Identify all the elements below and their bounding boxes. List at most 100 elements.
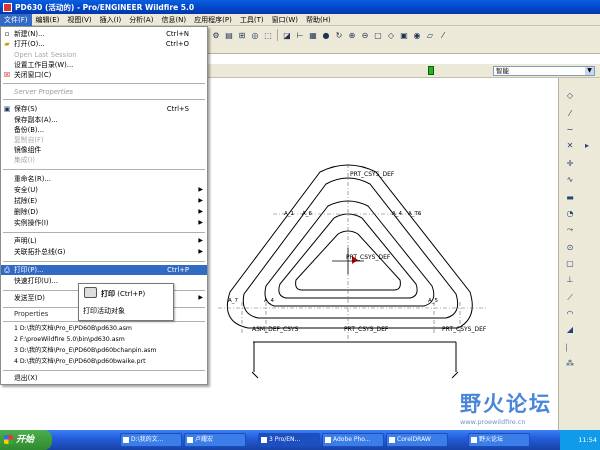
menu-item-close-window[interactable]: ☒ 关闭窗口(C) (1, 70, 207, 80)
menu-item-delete[interactable]: 删除(D) ▶ (1, 207, 207, 217)
task-explorer[interactable]: D:\我的文... (120, 433, 182, 447)
select-box-icon[interactable]: ⬚ (262, 29, 274, 41)
task-coreldraw[interactable]: CorelDRAW (386, 433, 448, 447)
datum-planes-icon[interactable]: ▱ (424, 29, 436, 41)
binoculars-icon[interactable]: ◎ (249, 29, 261, 41)
datum-plane-icon[interactable]: ◇ (564, 90, 576, 101)
axis-label-a7: A_7 (228, 298, 239, 304)
zoom-out-icon[interactable]: ⊖ (359, 29, 371, 41)
rib-icon[interactable]: ⊥ (564, 274, 576, 285)
menu-item-print[interactable]: ⎙ 打印(P)... Ctrl+P (1, 265, 207, 275)
menu-separator (3, 370, 205, 371)
extrude-icon[interactable]: ▬ (564, 192, 576, 203)
menu-help[interactable]: 帮助(H) (302, 14, 335, 26)
shading-icon[interactable]: ● (320, 29, 332, 41)
folder-icon (123, 437, 129, 443)
task-proe[interactable]: 3 Pro/EN... (258, 433, 320, 447)
menu-view[interactable]: 视图(V) (63, 14, 95, 26)
display-style-icon[interactable]: ◉ (411, 29, 423, 41)
menu-edit[interactable]: 编辑(E) (32, 14, 64, 26)
mirror-icon[interactable]: ⎸ (564, 342, 576, 353)
sketch-icon[interactable]: ◪ (281, 29, 293, 41)
task-chat[interactable]: 卢耀宏 (184, 433, 246, 447)
taskbar: 开始 D:\我的文... 卢耀宏 3 Pro/EN... Adobe Pho..… (0, 430, 600, 450)
menu-item-erase[interactable]: 拭除(E) ▶ (1, 196, 207, 206)
menu-item-set-working-dir[interactable]: 设置工作目录(W)... (1, 60, 207, 70)
recent-file-4[interactable]: 4 D:\我的文档\Pro_E\PD60B\pd60bwaike.prt (1, 357, 207, 367)
menu-separator (3, 321, 205, 322)
csys-icon[interactable]: ⊢ (294, 29, 306, 41)
menu-item-security[interactable]: 安全(U) ▶ (1, 185, 207, 195)
revolve-icon[interactable]: ◔ (564, 208, 576, 219)
recent-file-3[interactable]: 3 D:\我的文档\Pro_E\PD60B\pd60bchanpin.asm (1, 346, 207, 356)
menu-item-instance-ops[interactable]: 实例操作(I) ▶ (1, 218, 207, 228)
start-button[interactable]: 开始 (0, 430, 52, 450)
regenerate-icon[interactable]: ⚙ (210, 29, 222, 41)
toolbar-row: ⚙ ▤ ⊞ ◎ ⬚ ◪ ⊢ ▦ ● ↻ ⊕ ⊖ ▢ ◇ ▣ ◉ ▱ ⁄ (210, 29, 449, 41)
zoom-in-icon[interactable]: ⊕ (346, 29, 358, 41)
browser-icon (471, 437, 477, 443)
datum-axis-icon[interactable]: ⁄ (564, 108, 576, 119)
pattern-icon[interactable]: ⁂ (564, 358, 576, 369)
title-bar: PD630 (活动的) - Pro/ENGINEER Wildfire 5.0 (0, 0, 600, 14)
assemble-icon[interactable]: ⊞ (236, 29, 248, 41)
chamfer-icon[interactable]: ◢ (564, 324, 576, 335)
task-forum[interactable]: 野火论坛 (468, 433, 530, 447)
csys-label-bottom-left: ASM_DEF_CSYS (252, 326, 299, 333)
submenu-arrow-icon: ▶ (198, 186, 203, 193)
draft-icon[interactable]: ⟋ (564, 292, 576, 303)
recent-file-1[interactable]: 1 D:\我的文档\Pro_E\PD60B\pd630.asm (1, 324, 207, 334)
system-tray: 11:54 (560, 430, 600, 450)
shell-icon[interactable]: ▢ (564, 258, 576, 269)
datum-point-icon[interactable]: ✕ (564, 140, 576, 151)
menu-item-save[interactable]: ▣ 保存(S) Ctrl+S (1, 104, 207, 114)
file-menu: ▫ 新建(N)... Ctrl+N ▰ 打开(O)... Ctrl+O Open… (0, 26, 208, 385)
sweep-icon[interactable]: ⤳ (564, 224, 576, 235)
menu-bar: 文件(F) 编辑(E) 视图(V) 插入(I) 分析(A) 信息(N) 应用程序… (0, 13, 600, 26)
proe-icon (261, 437, 267, 443)
menu-item-open[interactable]: ▰ 打开(O)... Ctrl+O (1, 39, 207, 49)
menu-insert[interactable]: 插入(I) (96, 14, 126, 26)
menu-item-backup[interactable]: 备份(B)... (1, 125, 207, 135)
menu-item-mirror-part[interactable]: 镜像组件 (1, 145, 207, 155)
menu-item-rename[interactable]: 重命名(R)... (1, 174, 207, 184)
clock: 11:54 (578, 436, 597, 444)
selection-filter[interactable]: 智能 ▼ (493, 66, 595, 76)
recent-file-2[interactable]: 2 F:\proeWildfire 5.0\bin\pd630.asm (1, 335, 207, 345)
menu-item-open-last-session: Open Last Session (14, 51, 77, 59)
menu-item-topology-bus[interactable]: 关联拓扑总线(G) ▶ (1, 247, 207, 257)
watermark-url: www.proewildfire.cn (460, 418, 526, 426)
datum-curve-icon[interactable]: ∼ (564, 124, 576, 135)
chevron-down-icon: ▼ (585, 67, 594, 75)
orient-icon[interactable]: ◇ (385, 29, 397, 41)
refit-icon[interactable]: ▢ (372, 29, 384, 41)
hole-icon[interactable]: ⊙ (564, 242, 576, 253)
menu-item-new[interactable]: ▫ 新建(N)... Ctrl+N (1, 29, 207, 39)
status-light-icon (428, 66, 434, 75)
menu-item-exit[interactable]: 退出(X) (1, 373, 207, 383)
menu-window[interactable]: 窗口(W) (268, 14, 302, 26)
menu-applications[interactable]: 应用程序(P) (190, 14, 236, 26)
axis-label-a6: A_T6 (408, 211, 422, 217)
round-icon[interactable]: ◠ (564, 308, 576, 319)
graphics-canvas[interactable]: PRT_CSYS_DEF PRT_CSYS_DEF ASM_DEF_CSYS P… (208, 78, 558, 430)
sketch-tool-icon[interactable]: ∿ (564, 174, 576, 185)
submenu-arrow-icon: ▶ (198, 208, 203, 215)
open-icon: ▰ (4, 40, 10, 48)
menu-file[interactable]: 文件(F) (0, 13, 32, 26)
menu-tools[interactable]: 工具(T) (236, 14, 268, 26)
menu-analysis[interactable]: 分析(A) (125, 14, 157, 26)
datum-point-more-icon[interactable]: ▸ (581, 140, 593, 151)
menu-info[interactable]: 信息(N) (157, 14, 190, 26)
layer-icon[interactable]: ▦ (307, 29, 319, 41)
save-icon: ▣ (3, 105, 11, 113)
model-tree-icon[interactable]: ▤ (223, 29, 235, 41)
tooltip-description: 打印活动对象 (83, 307, 125, 315)
saved-views-icon[interactable]: ▣ (398, 29, 410, 41)
menu-item-declare[interactable]: 声明(L) ▶ (1, 236, 207, 246)
spin-icon[interactable]: ↻ (333, 29, 345, 41)
coordinate-system-icon[interactable]: ✛ (564, 158, 576, 169)
menu-item-save-copy[interactable]: 保存副本(A)... (1, 115, 207, 125)
datum-axes-icon[interactable]: ⁄ (437, 29, 449, 41)
task-photoshop[interactable]: Adobe Pho... (322, 433, 384, 447)
